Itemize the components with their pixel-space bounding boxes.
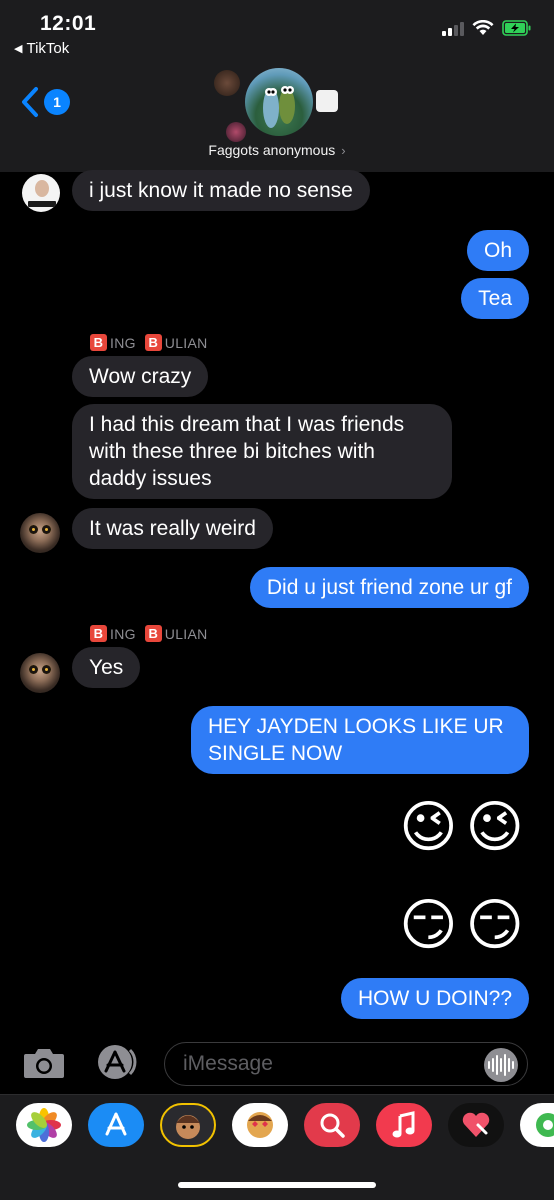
sender-name: B ING B ULIAN (90, 625, 208, 642)
emoji-message[interactable]: 😉 😉 (399, 796, 524, 858)
chevron-right-icon: › (341, 143, 346, 158)
web-search-icon[interactable] (304, 1103, 360, 1147)
memoji-stickers-icon[interactable] (232, 1103, 288, 1147)
digital-touch-icon[interactable] (448, 1103, 504, 1147)
wifi-icon (472, 20, 494, 36)
incoming-message[interactable]: Yes (72, 647, 141, 688)
status-icons (442, 20, 532, 36)
memoji-icon[interactable] (160, 1103, 216, 1147)
smirking-face-emoji: 😏 (465, 893, 524, 956)
b-emoji-icon: B (90, 625, 107, 642)
sender-avatar[interactable] (22, 174, 60, 212)
back-app-label: TikTok (26, 40, 70, 57)
chevron-left-icon (22, 87, 38, 117)
status-time: 12:01 (40, 12, 97, 35)
emoji-message[interactable]: 😏 😏 (399, 894, 524, 956)
app-store-icon (98, 1045, 137, 1079)
outgoing-message[interactable]: Tea (461, 278, 529, 319)
back-triangle-icon: ◀ (14, 43, 23, 55)
group-photo-avatar (245, 68, 313, 136)
member-avatar (214, 70, 240, 96)
group-avatar-cluster[interactable] (212, 66, 346, 146)
conversation-header: 12:01 ◀ TikTok 1 Faggots anonymous › (0, 0, 554, 172)
incoming-message[interactable]: Wow crazy (72, 356, 209, 397)
b-emoji-icon: B (144, 625, 162, 642)
member-avatar (226, 122, 246, 142)
cellular-signal-icon (442, 20, 464, 36)
app-store-button[interactable] (94, 1044, 140, 1080)
incoming-message[interactable]: I had this dream that I was friends with… (72, 404, 452, 499)
b-emoji-icon: B (144, 334, 162, 351)
sender-avatar[interactable] (20, 653, 60, 693)
incoming-message[interactable]: It was really weird (72, 508, 273, 549)
outgoing-message[interactable]: Did u just friend zone ur gf (249, 567, 529, 608)
battery-charging-icon (502, 20, 532, 36)
sender-name: B ING B ULIAN (90, 334, 208, 351)
winking-face-emoji: 😉 (465, 795, 524, 858)
compose-bar (0, 1040, 554, 1092)
camera-icon (24, 1049, 64, 1078)
imessage-input[interactable] (164, 1042, 528, 1086)
smirking-face-emoji: 😏 (399, 893, 458, 956)
music-icon[interactable] (376, 1103, 432, 1147)
winking-face-emoji: 😉 (399, 795, 458, 858)
outgoing-message[interactable]: HOW U DOIN?? (340, 978, 529, 1019)
more-apps-icon[interactable] (520, 1103, 554, 1147)
sender-avatar[interactable] (20, 513, 60, 553)
outgoing-message[interactable]: HEY JAYDEN LOOKS LIKE UR SINGLE NOW (191, 706, 529, 774)
member-avatar (316, 90, 338, 112)
outgoing-message[interactable]: Oh (466, 230, 529, 271)
camera-button[interactable] (22, 1046, 66, 1080)
message-list[interactable]: i just know it made no sense Oh Tea B ING… (0, 170, 554, 1040)
incoming-message[interactable]: i just know it made no sense (72, 170, 370, 211)
home-indicator[interactable] (178, 1182, 376, 1188)
app-store-icon[interactable] (88, 1103, 144, 1147)
back-button[interactable]: 1 (20, 86, 70, 118)
group-name-button[interactable]: Faggots anonymous › (0, 142, 554, 158)
b-emoji-icon: B (90, 334, 107, 351)
back-to-app-link[interactable]: ◀ TikTok (14, 40, 69, 57)
group-name-label: Faggots anonymous (208, 142, 336, 158)
unread-count-badge: 1 (44, 89, 70, 115)
audio-message-button[interactable] (484, 1048, 518, 1082)
photos-icon[interactable] (16, 1103, 72, 1147)
